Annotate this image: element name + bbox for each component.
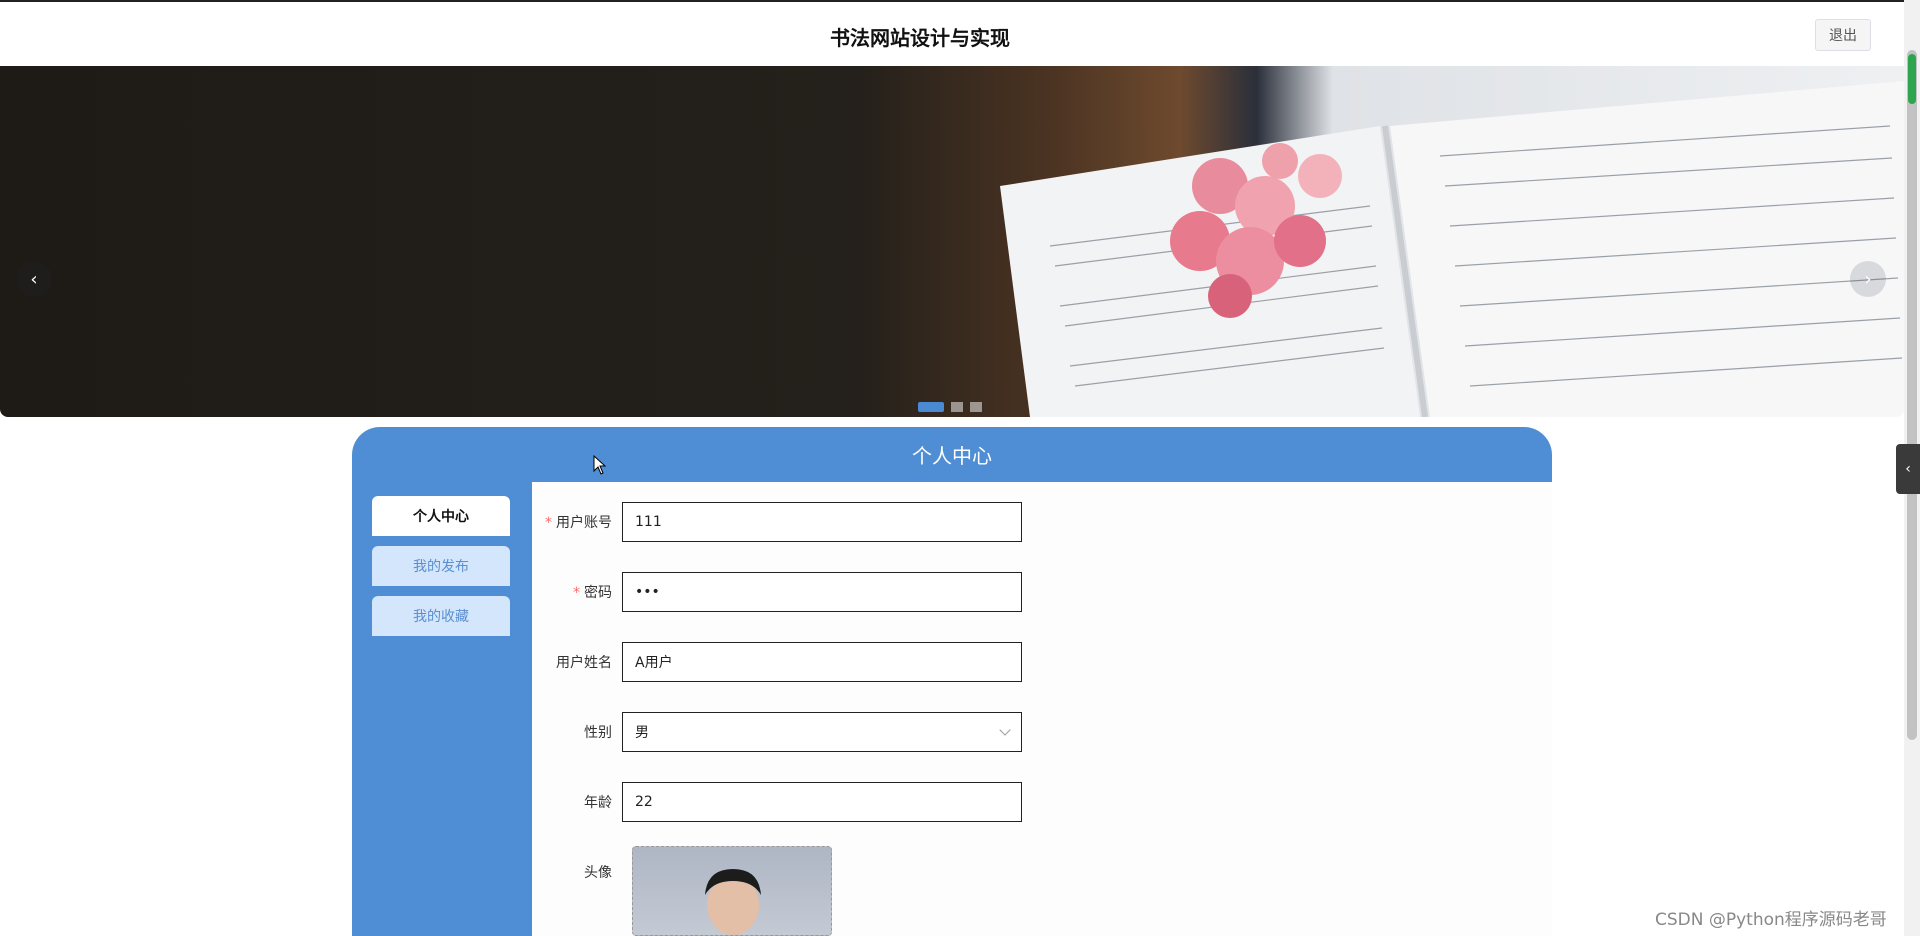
banner-carousel: ‹ › bbox=[0, 66, 1904, 417]
gender-select[interactable]: 男 bbox=[622, 712, 1022, 752]
age-label: 年龄 bbox=[584, 795, 612, 811]
scrollbar-indicator bbox=[1908, 54, 1916, 104]
book-right-page bbox=[1390, 81, 1904, 417]
sidebar: 个人中心 我的发布 我的收藏 bbox=[352, 482, 532, 936]
form-row-gender: 性别 男 bbox=[532, 712, 1022, 752]
required-mark: * bbox=[573, 585, 580, 601]
banner-image bbox=[1000, 81, 1904, 417]
name-label: 用户姓名 bbox=[556, 655, 612, 671]
avatar-image bbox=[705, 869, 761, 935]
form-row-age: 年龄 22 bbox=[532, 782, 1022, 822]
profile-form: * 用户账号 111 * 密码 ••• 用户姓名 A用户 性别 男 年龄 22 头像 bbox=[532, 482, 1552, 936]
form-row-password: * 密码 ••• bbox=[532, 572, 1022, 612]
sidebar-item-personal-center[interactable]: 个人中心 bbox=[372, 496, 510, 536]
name-input[interactable]: A用户 bbox=[622, 642, 1022, 682]
carousel-prev-button[interactable]: ‹ bbox=[16, 261, 52, 297]
avatar-label: 头像 bbox=[584, 865, 612, 881]
carousel-indicator-1[interactable] bbox=[918, 402, 944, 412]
account-label: * 用户账号 bbox=[545, 515, 612, 531]
scrollbar-thumb[interactable] bbox=[1907, 50, 1917, 740]
top-bar: 书法网站设计与实现 退出 bbox=[0, 0, 1904, 66]
avatar-upload[interactable] bbox=[632, 846, 832, 936]
watermark: CSDN @Python程序源码老哥 bbox=[1655, 910, 1887, 930]
personal-center-panel: 个人中心 个人中心 我的发布 我的收藏 * 用户账号 111 * 密码 ••• 用户… bbox=[352, 427, 1552, 936]
password-label: * 密码 bbox=[573, 585, 612, 601]
carousel-indicators bbox=[918, 402, 982, 412]
form-row-avatar: 头像 bbox=[532, 852, 622, 892]
carousel-next-button[interactable]: › bbox=[1850, 261, 1886, 297]
gender-label: 性别 bbox=[584, 725, 612, 741]
sidebar-item-my-posts[interactable]: 我的发布 bbox=[372, 546, 510, 586]
age-input[interactable]: 22 bbox=[622, 782, 1022, 822]
logout-button[interactable]: 退出 bbox=[1815, 19, 1871, 51]
required-mark: * bbox=[545, 515, 552, 531]
panel-title: 个人中心 bbox=[352, 427, 1552, 482]
password-input[interactable]: ••• bbox=[622, 572, 1022, 612]
sidebar-item-my-favorites[interactable]: 我的收藏 bbox=[372, 596, 510, 636]
chevron-down-icon bbox=[999, 724, 1011, 736]
account-input[interactable]: 111 bbox=[622, 502, 1022, 542]
form-row-name: 用户姓名 A用户 bbox=[532, 642, 1022, 682]
gender-value: 男 bbox=[635, 725, 649, 741]
site-title: 书法网站设计与实现 bbox=[830, 26, 1010, 50]
carousel-indicator-3[interactable] bbox=[970, 402, 982, 412]
carousel-indicator-2[interactable] bbox=[951, 402, 963, 412]
form-row-account: * 用户账号 111 bbox=[532, 502, 1022, 542]
mouse-cursor-icon bbox=[593, 455, 607, 475]
side-panel-toggle[interactable]: ‹ bbox=[1896, 444, 1920, 494]
